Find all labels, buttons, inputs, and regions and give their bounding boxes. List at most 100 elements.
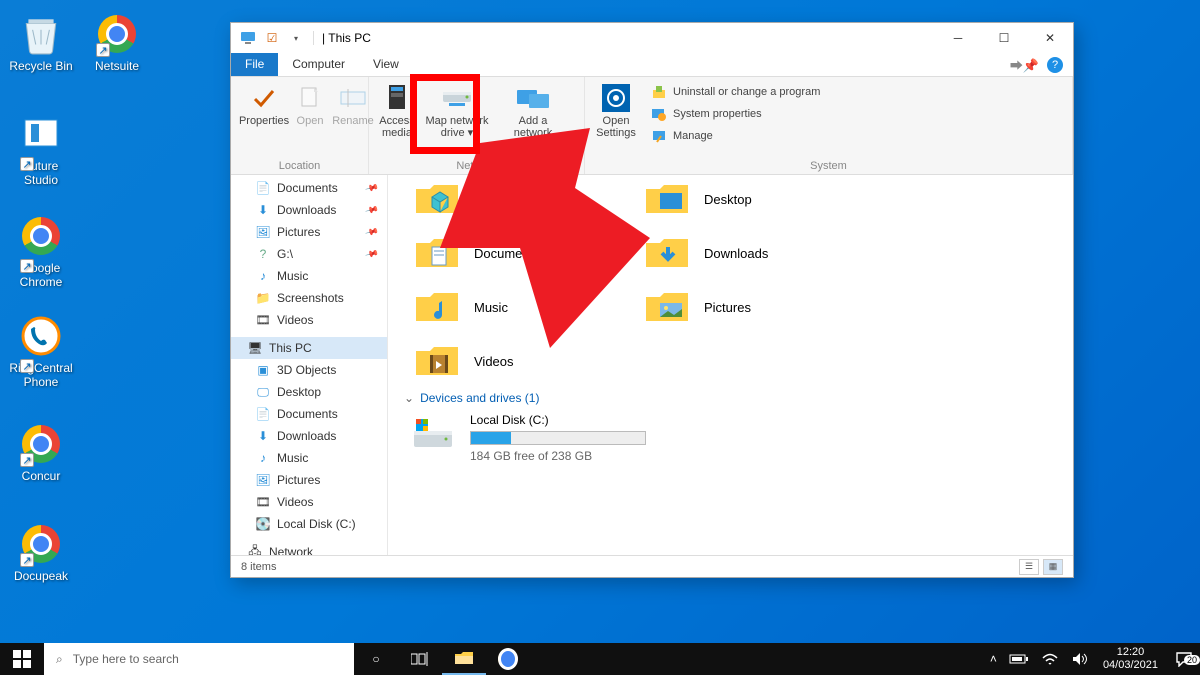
nav-item-this-pc[interactable]: 🖥This PC — [231, 337, 387, 359]
folder-3d-objects[interactable]: 3D Objects — [410, 175, 610, 223]
open-settings-button[interactable]: Open Settings — [593, 81, 639, 158]
view-details-icon[interactable]: ☰ — [1019, 559, 1039, 575]
close-button[interactable]: ✕ — [1027, 23, 1073, 53]
download-icon: ⬇ — [255, 428, 271, 444]
folder-icon — [644, 287, 690, 327]
disk-icon — [410, 413, 456, 455]
desktop-icon-label: Future Studio — [6, 159, 76, 187]
drive-name: Local Disk (C:) — [470, 413, 646, 427]
nav-item-downloads[interactable]: ⬇Downloads — [231, 199, 387, 221]
search-box[interactable]: ⌕ Type here to search — [44, 643, 354, 675]
system-properties-button[interactable]: System properties — [647, 105, 824, 123]
tray-volume-icon[interactable] — [1065, 652, 1093, 666]
desktop-icon-label: Netsuite — [82, 59, 152, 73]
task-view-button[interactable] — [398, 643, 442, 675]
nav-item-music[interactable]: ♪Music — [231, 265, 387, 287]
desktop-icon-netsuite[interactable]: ↗ Netsuite — [82, 10, 152, 73]
titlebar[interactable]: ☑ ▾ | This PC ─ ☐ ✕ — [231, 23, 1073, 53]
section-devices-drives[interactable]: Devices and drives (1) — [398, 385, 1063, 407]
status-bar: 8 items ☰ ▦ — [231, 555, 1073, 577]
nav-item-pictures[interactable]: 🖼Pictures — [231, 221, 387, 243]
pc-icon — [239, 29, 257, 47]
folder-icon — [644, 233, 690, 273]
map-network-drive-button[interactable]: Map network drive ▾ — [421, 81, 493, 158]
view-large-icons-icon[interactable]: ▦ — [1043, 559, 1063, 575]
minimize-button[interactable]: ─ — [935, 23, 981, 53]
video-icon: 🎞 — [255, 494, 271, 510]
nav-item-pictures2[interactable]: 🖼Pictures — [231, 469, 387, 491]
desktop-icon-concur[interactable]: ↗ Concur — [6, 420, 76, 483]
desktop-icon-label: Google Chrome — [6, 261, 76, 289]
folder-music[interactable]: Music — [410, 283, 610, 331]
navigation-pane[interactable]: 📄Documents ⬇Downloads 🖼Pictures ?G:\ ♪Mu… — [231, 175, 388, 555]
tray-overflow-button[interactable]: ˄ — [984, 652, 1003, 666]
nav-item-3d-objects[interactable]: ▣3D Objects — [231, 359, 387, 381]
nav-item-desktop[interactable]: 🖵Desktop — [231, 381, 387, 403]
app-icon — [19, 112, 63, 156]
search-placeholder: Type here to search — [73, 652, 179, 666]
window-title: This PC — [328, 31, 371, 45]
uninstall-program-button[interactable]: Uninstall or change a program — [647, 83, 824, 101]
manage-button[interactable]: Manage — [647, 127, 824, 145]
add-network-location-button[interactable]: Add a network location — [497, 81, 569, 158]
tray-wifi-icon[interactable] — [1035, 652, 1065, 666]
drive-icon: ? — [255, 246, 271, 262]
folder-icon — [414, 179, 460, 219]
nav-item-gdrive[interactable]: ?G:\ — [231, 243, 387, 265]
content-pane[interactable]: 3D Objects Desktop Documents Downloads M… — [388, 175, 1073, 555]
drive-local-c[interactable]: Local Disk (C:) 184 GB free of 238 GB — [398, 407, 1063, 463]
desktop-icon-label: Recycle Bin — [6, 59, 76, 73]
taskbar-app-file-explorer[interactable] — [442, 643, 486, 675]
nav-item-documents2[interactable]: 📄Documents — [231, 403, 387, 425]
pictures-icon: 🖼 — [255, 224, 271, 240]
tray-clock[interactable]: 12:20 04/03/2021 — [1093, 646, 1168, 672]
access-media-button[interactable]: Access media — [377, 81, 417, 158]
ribbon: Properties Open Rename Location Access m… — [231, 77, 1073, 175]
desktop-icon-google-chrome[interactable]: ↗ Google Chrome — [6, 212, 76, 289]
nav-item-videos[interactable]: 🎞Videos — [231, 309, 387, 331]
folder-pictures[interactable]: Pictures — [640, 283, 840, 331]
ribbon-group-label: Location — [239, 158, 360, 172]
folder-icon — [644, 179, 690, 219]
nav-item-downloads2[interactable]: ⬇Downloads — [231, 425, 387, 447]
taskbar: ⌕ Type here to search ○ ˄ 12:20 04/03/20… — [0, 643, 1200, 675]
pc-icon: 🖥 — [247, 340, 263, 356]
nav-item-videos2[interactable]: 🎞Videos — [231, 491, 387, 513]
desktop-icon-docupeak[interactable]: ↗ Docupeak — [6, 520, 76, 583]
nav-item-screenshots[interactable]: 📁Screenshots — [231, 287, 387, 309]
desktop-icon-ringcentral[interactable]: ↗ RingCentral Phone — [6, 312, 76, 389]
open-icon — [292, 83, 328, 113]
tab-file[interactable]: File — [231, 53, 278, 76]
checkmark-icon — [246, 83, 282, 113]
music-icon: ♪ — [255, 268, 271, 284]
qat-properties-icon[interactable]: ☑ — [263, 29, 281, 47]
folder-videos[interactable]: Videos — [410, 337, 610, 385]
nav-item-local-disk[interactable]: 💽Local Disk (C:) — [231, 513, 387, 535]
explorer-window: ☑ ▾ | This PC ─ ☐ ✕ File Computer View ⮕… — [230, 22, 1074, 578]
tray-battery-icon[interactable] — [1003, 653, 1035, 665]
cortana-button[interactable]: ○ — [354, 643, 398, 675]
qat-dropdown-icon[interactable]: ▾ — [287, 29, 305, 47]
tab-computer[interactable]: Computer — [278, 53, 359, 76]
minimize-ribbon-icon[interactable]: ⮕📌 — [1010, 55, 1039, 74]
nav-item-documents[interactable]: 📄Documents — [231, 177, 387, 199]
pictures-icon: 🖼 — [255, 472, 271, 488]
help-icon[interactable]: ? — [1047, 57, 1063, 73]
folder-downloads[interactable]: Downloads — [640, 229, 840, 277]
shortcut-overlay-icon: ↗ — [20, 157, 34, 171]
nav-item-music2[interactable]: ♪Music — [231, 447, 387, 469]
folder-documents[interactable]: Documents — [410, 229, 610, 277]
start-button[interactable] — [0, 643, 44, 675]
notification-count: 20 — [1184, 655, 1200, 665]
maximize-button[interactable]: ☐ — [981, 23, 1027, 53]
desktop-icon-recycle-bin[interactable]: Recycle Bin — [6, 10, 76, 73]
tray-notifications-button[interactable]: 20 — [1168, 651, 1200, 667]
desktop-icon-future-studio[interactable]: ↗ Future Studio — [6, 110, 76, 187]
shortcut-overlay-icon: ↗ — [96, 43, 110, 57]
tab-view[interactable]: View — [359, 53, 413, 76]
nav-item-network[interactable]: 🖧Network — [231, 541, 387, 555]
properties-button[interactable]: Properties — [239, 81, 289, 158]
drive-free-text: 184 GB free of 238 GB — [470, 449, 646, 463]
folder-desktop[interactable]: Desktop — [640, 175, 840, 223]
taskbar-app-chrome[interactable] — [486, 643, 530, 675]
